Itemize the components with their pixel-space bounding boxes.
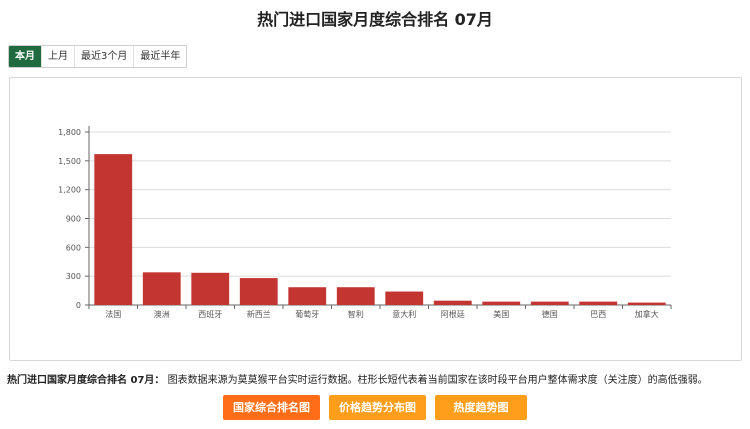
bar [385,291,424,305]
description-text: 图表数据来源为莫莫猴平台实时运行数据。柱形长短代表着当前国家在该时段平台用户整体… [167,375,708,386]
bar [433,300,472,305]
tab-last-3-months[interactable]: 最近3个月 [75,46,135,67]
bar [142,272,181,305]
x-tick-label: 新西兰 [247,309,271,319]
y-tick-label: 600 [66,243,81,252]
bar [94,154,133,305]
y-tick-label: 300 [66,272,81,281]
y-tick-label: 900 [66,215,81,224]
bar [288,287,327,305]
chart-description: 热门进口国家月度综合排名 07月： 图表数据来源为莫莫猴平台实时运行数据。柱形长… [7,374,743,388]
y-tick-label: 1,200 [58,186,81,195]
x-tick-label: 西班牙 [198,309,222,319]
description-title: 热门进口国家月度综合排名 07月： [7,375,165,386]
x-tick-label: 阿根廷 [441,309,465,319]
x-tick-label: 意大利 [392,309,416,319]
page-title: 热门进口国家月度综合排名 07月 [257,10,493,29]
x-tick-label: 法国 [105,309,121,319]
tab-last-month[interactable]: 上月 [42,46,75,67]
period-tabs: 本月 上月 最近3个月 最近半年 [8,45,188,68]
bar [482,301,521,305]
tab-last-6-months[interactable]: 最近半年 [134,46,186,67]
bar [336,287,375,305]
bar [627,302,666,305]
country-ranking-button[interactable]: 国家综合排名图 [223,395,320,420]
bar [530,301,569,305]
x-tick-label: 智利 [348,309,364,319]
y-tick-label: 1,500 [58,157,81,166]
x-tick-label: 加拿大 [635,309,659,319]
action-buttons: 国家综合排名图 价格趋势分布图 热度趋势图 [0,395,750,420]
chart-panel: 0 300 600 900 1,200 1,500 1,800 法国 澳洲 西班牙 新西兰 葡萄牙 智利… [9,77,742,361]
bar-chart: 0 300 600 900 1,200 1,500 1,800 法国 澳洲 西班牙 新西兰 葡萄牙 智利… [58,126,672,319]
x-tick-label: 澳洲 [154,309,170,319]
heat-trend-button[interactable]: 热度趋势图 [435,395,527,420]
x-tick-label: 美国 [493,309,509,319]
bar [239,278,278,305]
x-tick-label: 德国 [542,309,558,319]
price-trend-button[interactable]: 价格趋势分布图 [329,395,426,420]
x-tick-label: 葡萄牙 [295,309,319,319]
bar [191,272,230,305]
y-tick-label: 0 [76,301,81,310]
y-tick-label: 1,800 [58,128,81,137]
bar [579,301,618,305]
x-tick-label: 巴西 [590,310,606,319]
tab-this-month[interactable]: 本月 [9,46,42,67]
